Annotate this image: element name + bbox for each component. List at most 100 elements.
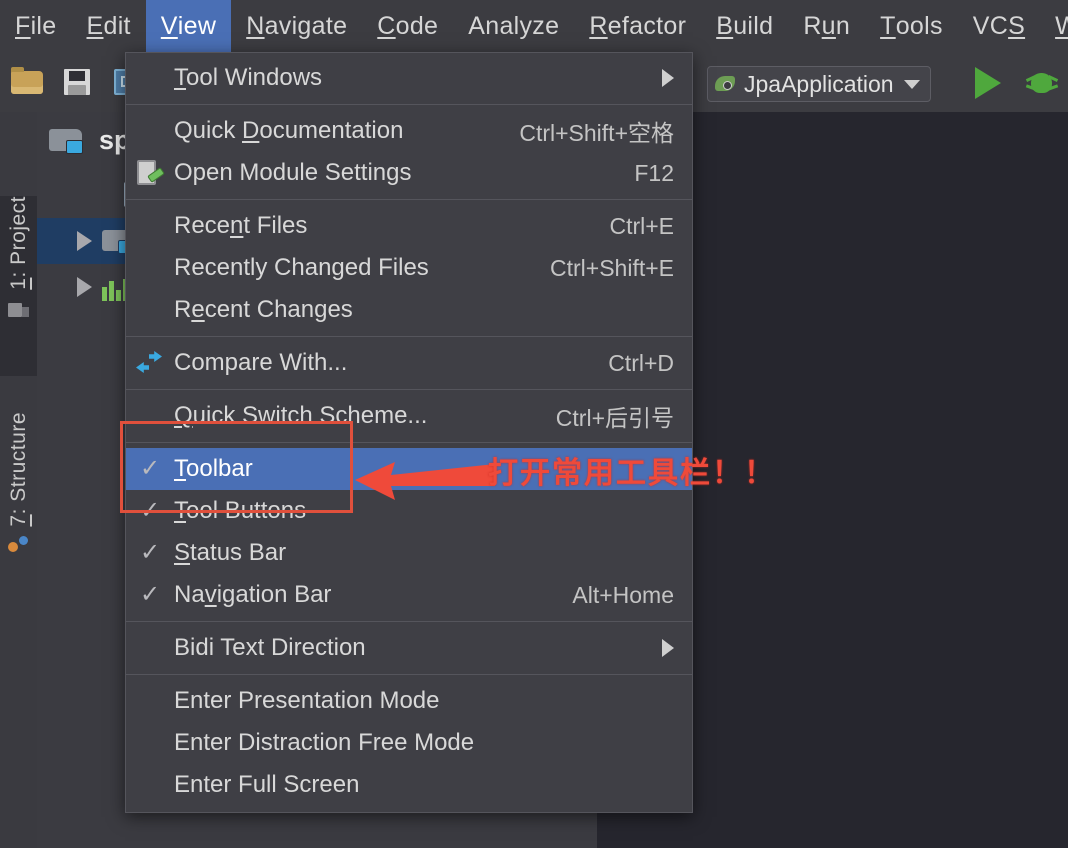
menu-separator — [126, 674, 692, 675]
menu-item-label: Quick Documentation — [174, 117, 404, 144]
menu-item-gutter — [126, 395, 174, 437]
menubar-item-analyze[interactable]: Analyze — [453, 0, 574, 52]
menu-item-label: Enter Full Screen — [174, 771, 360, 798]
menu-separator — [126, 336, 692, 337]
sidebar-item-project[interactable]: 1: Project — [0, 196, 37, 376]
menubar-item-code[interactable]: Code — [362, 0, 453, 52]
checkmark-glyph: ✓ — [139, 581, 161, 608]
menubar-item-vcs[interactable]: VC S — [958, 0, 1040, 52]
menu-item-shortcut: Ctrl+E — [609, 212, 674, 239]
menu-item-label: Quick Switch Scheme... — [174, 402, 428, 429]
menu-item-shortcut: F12 — [634, 159, 674, 186]
menu-item-gutter — [126, 110, 174, 152]
chevron-down-icon[interactable] — [903, 79, 920, 89]
menu-item-label: Recent Changes — [174, 296, 353, 323]
run-icon[interactable] — [975, 67, 1001, 99]
expand-arrow-icon[interactable] — [77, 277, 92, 297]
menu-item-navigation-bar[interactable]: ✓ Navigation Bar Alt+Home — [126, 574, 692, 616]
menu-item-label: Tool Buttons — [174, 497, 307, 524]
menu-item-gutter — [126, 764, 174, 806]
menu-item-toolbar[interactable]: ✓ Toolbar — [126, 448, 692, 490]
submenu-arrow-icon — [662, 69, 674, 87]
menu-item-gutter — [126, 680, 174, 722]
expand-arrow-icon[interactable] — [77, 231, 92, 251]
menu-item-enter-full-screen[interactable]: Enter Full Screen — [126, 764, 692, 806]
menu-item-quick-documentation[interactable]: Quick Documentation Ctrl+Shift+空格 — [126, 110, 692, 152]
menu-item-recent-changes[interactable]: Recent Changes — [126, 289, 692, 331]
menu-item-shortcut: Ctrl+后引号 — [555, 405, 674, 431]
menu-item-label: Toolbar — [174, 455, 253, 482]
menu-item-tool-windows[interactable]: Tool Windows — [126, 57, 692, 99]
menu-item-label: Navigation Bar — [174, 581, 332, 608]
menubar-item-file[interactable]: File — [0, 0, 72, 52]
menu-item-shortcut: Ctrl+Shift+空格 — [519, 120, 674, 146]
menu-item-shortcut: Alt+Home — [572, 581, 674, 608]
project-folder-icon — [49, 125, 89, 155]
sidebar-item-structure-label: 7: Structure — [6, 412, 30, 527]
submenu-arrow-icon — [662, 639, 674, 657]
menu-item-label: Compare With... — [174, 349, 348, 376]
checkmark-glyph: ✓ — [139, 497, 161, 524]
checkmark-icon: ✓ — [126, 574, 174, 616]
module-settings-icon — [126, 152, 174, 194]
menu-separator — [126, 104, 692, 105]
run-configuration-label: JpaApplication — [744, 70, 894, 97]
menu-item-gutter — [126, 722, 174, 764]
menubar-item-window[interactable]: Window — [1040, 0, 1068, 52]
menu-item-label: Open Module Settings — [174, 159, 412, 186]
menu-separator — [126, 389, 692, 390]
menu-item-bidi-text-direction[interactable]: Bidi Text Direction — [126, 627, 692, 669]
menubar-item-tools[interactable]: Tools — [865, 0, 958, 52]
menu-item-label: Tool Windows — [174, 64, 323, 91]
menubar-item-edit[interactable]: Edit — [72, 0, 146, 52]
menu-item-label: Enter Distraction Free Mode — [174, 729, 475, 756]
tool-window-stripe: 1: Project 7: Structure — [0, 112, 38, 848]
menu-item-recent-files[interactable]: Recent Files Ctrl+E — [126, 205, 692, 247]
menu-item-gutter — [126, 289, 174, 331]
checkmark-glyph: ✓ — [139, 455, 161, 482]
menu-item-enter-distraction-free-mode[interactable]: Enter Distraction Free Mode — [126, 722, 692, 764]
menu-item-gutter — [126, 247, 174, 289]
menu-item-gutter — [126, 627, 174, 669]
menubar-item-build[interactable]: Build — [701, 0, 788, 52]
menubar-item-navigate[interactable]: Navigate — [231, 0, 362, 52]
menu-item-open-module-settings[interactable]: Open Module Settings F12 — [126, 152, 692, 194]
menu-item-label: Recently Changed Files — [174, 254, 429, 281]
menu-item-status-bar[interactable]: ✓ Status Bar — [126, 532, 692, 574]
menu-item-quick-switch-scheme[interactable]: Quick Switch Scheme... Ctrl+后引号 — [126, 395, 692, 437]
menu-item-shortcut: Ctrl+Shift+E — [550, 254, 674, 281]
menu-item-gutter — [126, 57, 174, 99]
checkmark-icon: ✓ — [126, 490, 174, 532]
spring-leaf-icon — [714, 72, 738, 96]
structure-window-icon — [6, 535, 32, 557]
sidebar-item-structure[interactable]: 7: Structure — [0, 412, 37, 602]
menubar-item-refactor[interactable]: Refactor — [574, 0, 701, 52]
menubar-item-view[interactable]: View — [145, 0, 232, 52]
menu-item-compare-with[interactable]: Compare With... Ctrl+D — [126, 342, 692, 384]
menu-item-enter-presentation-mode[interactable]: Enter Presentation Mode — [126, 680, 692, 722]
toolbar-icon-group — [0, 66, 144, 98]
sidebar-item-project-label: 1: Project — [6, 196, 30, 290]
menu-item-tool-buttons[interactable]: ✓ Tool Buttons — [126, 490, 692, 532]
open-folder-icon[interactable] — [10, 66, 44, 98]
checkmark-icon: ✓ — [126, 448, 174, 490]
menu-item-label: Recent Files — [174, 212, 308, 239]
menu-item-gutter — [126, 205, 174, 247]
menu-item-label: Status Bar — [174, 539, 287, 566]
save-all-icon[interactable] — [60, 66, 94, 98]
menu-item-label: Bidi Text Direction — [174, 634, 366, 661]
run-configuration-selector[interactable]: JpaApplication — [707, 66, 931, 102]
debug-icon[interactable] — [1025, 66, 1059, 100]
menubar-item-run[interactable]: Run — [788, 0, 865, 52]
checkmark-icon: ✓ — [126, 532, 174, 574]
menu-separator — [126, 442, 692, 443]
menu-item-recently-changed-files[interactable]: Recently Changed Files Ctrl+Shift+E — [126, 247, 692, 289]
checkmark-glyph: ✓ — [139, 539, 161, 566]
view-dropdown-menu: Tool Windows Quick Documentation Ctrl+Shif… — [125, 52, 693, 813]
menu-item-shortcut: Ctrl+D — [608, 349, 674, 376]
menu-item-label: Enter Presentation Mode — [174, 687, 440, 714]
ide-window: File Edit View Navigate Code Analyze Refactor B… — [0, 0, 1068, 848]
compare-icon — [126, 342, 174, 384]
menu-separator — [126, 621, 692, 622]
menu-bar: File Edit View Navigate Code Analyze Refactor B… — [0, 0, 1068, 53]
